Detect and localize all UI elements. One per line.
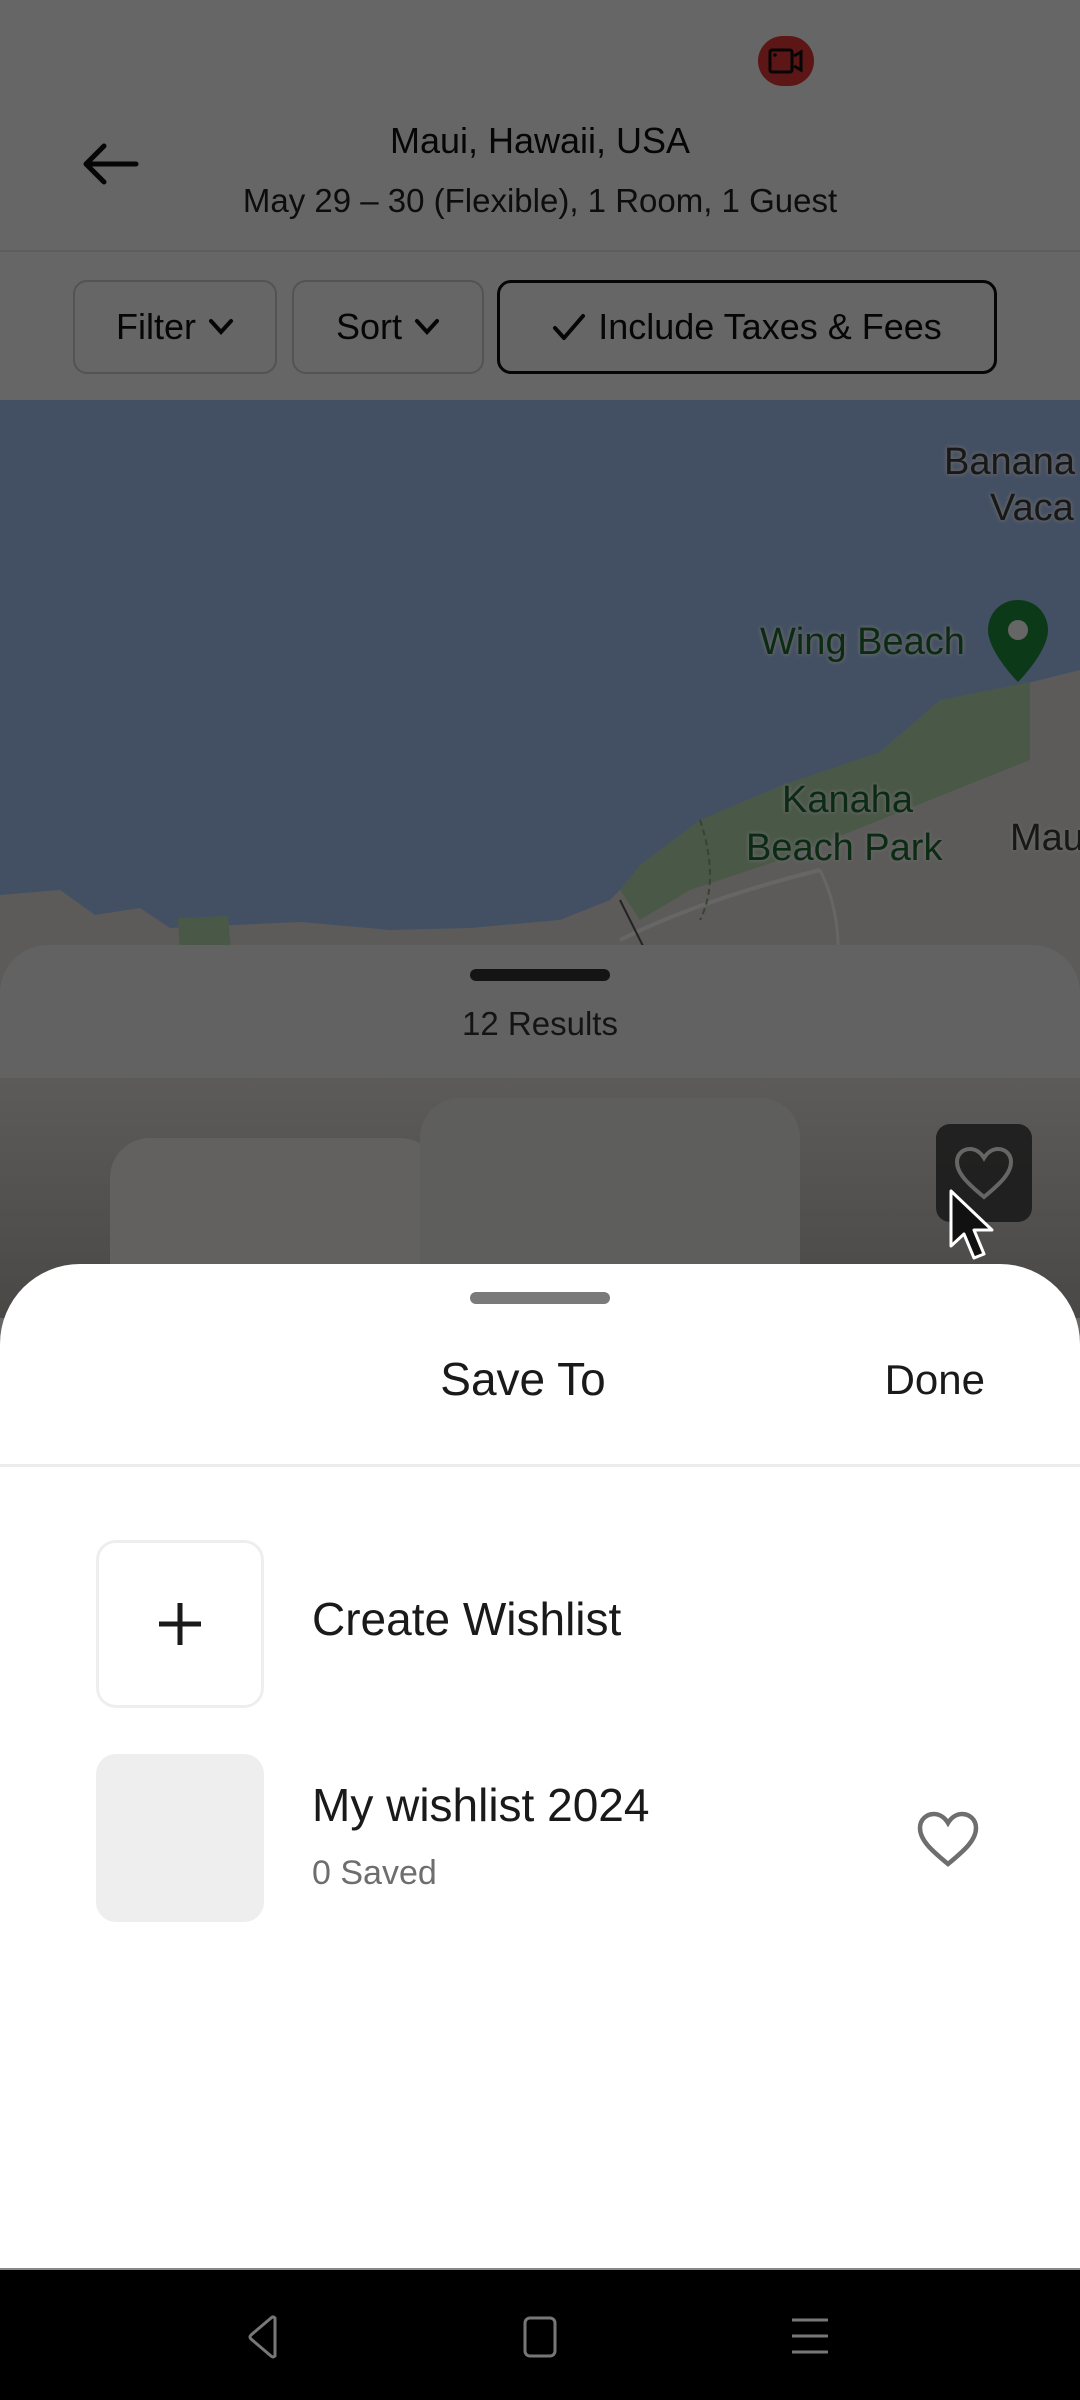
- sheet-drag-handle[interactable]: [470, 1292, 610, 1304]
- create-wishlist-row[interactable]: Create Wishlist: [96, 1540, 986, 1708]
- nav-back-button[interactable]: [228, 2300, 308, 2374]
- back-icon: [248, 2315, 277, 2359]
- save-to-sheet: Save To Done Create Wishlist My wishlist…: [0, 1264, 1080, 2268]
- wishlist-name: My wishlist 2024: [312, 1779, 650, 1831]
- create-wishlist-label[interactable]: Create Wishlist: [312, 1592, 621, 1646]
- recents-icon: [792, 2318, 828, 2354]
- mouse-cursor-icon: [949, 1189, 994, 1260]
- wishlist-thumbnail: [96, 1754, 264, 1922]
- nav-recents-button[interactable]: [770, 2300, 850, 2374]
- heart-outline-icon: [917, 1811, 979, 1867]
- plus-icon: [159, 1603, 201, 1645]
- done-button[interactable]: Done: [885, 1356, 985, 1404]
- hotel-results-page: 8:37AM Maui, Ha: [0, 0, 1080, 2400]
- divider: [0, 1464, 1080, 1467]
- nav-home-button[interactable]: [500, 2300, 580, 2374]
- wishlist-saved-count: 0 Saved: [312, 1854, 437, 1892]
- system-nav-bar: [0, 2268, 1080, 2400]
- create-wishlist-thumb[interactable]: [96, 1540, 264, 1708]
- wishlist-save-toggle[interactable]: [910, 1804, 986, 1874]
- home-icon: [523, 2316, 557, 2358]
- wishlist-item[interactable]: My wishlist 2024 0 Saved: [96, 1754, 986, 1922]
